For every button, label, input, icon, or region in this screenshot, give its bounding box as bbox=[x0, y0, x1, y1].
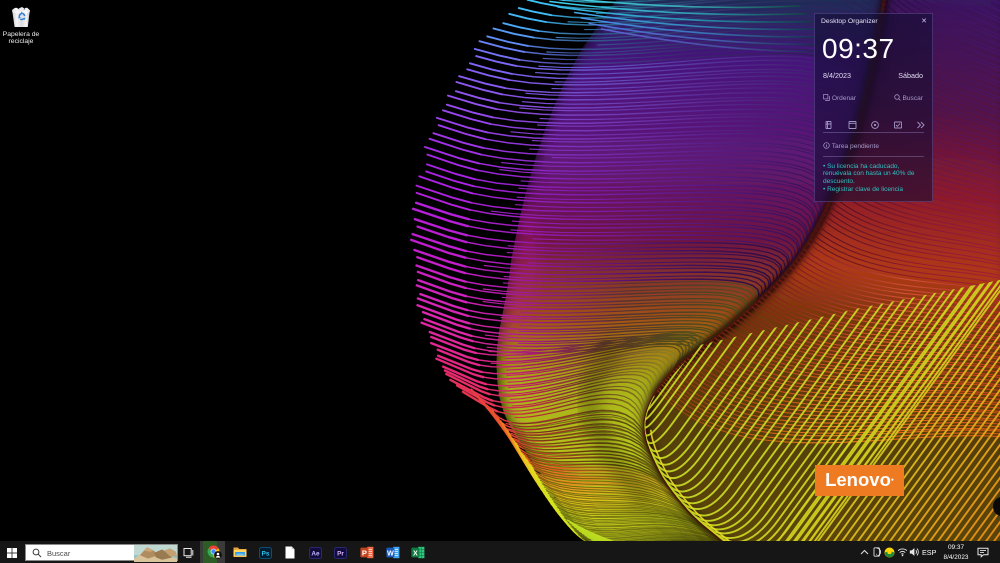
svg-text:X: X bbox=[413, 549, 418, 558]
svg-text:P: P bbox=[362, 549, 367, 558]
svg-text:Ps: Ps bbox=[262, 551, 270, 558]
svg-text:W: W bbox=[387, 549, 394, 558]
svg-text:Pr: Pr bbox=[337, 551, 344, 558]
svg-text:Ae: Ae bbox=[311, 551, 320, 558]
